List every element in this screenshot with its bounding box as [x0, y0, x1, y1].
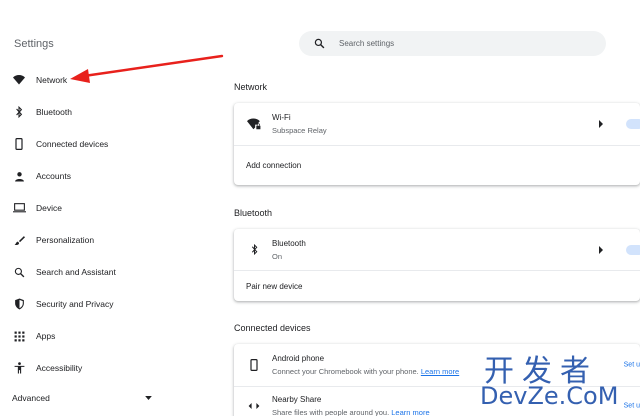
bluetooth-icon — [246, 242, 262, 258]
chevron-right-icon[interactable] — [598, 120, 604, 128]
pair-device-label: Pair new device — [246, 281, 303, 291]
sidebar-item-security-and-privacy[interactable]: Security and Privacy — [0, 290, 205, 318]
wifi-row[interactable]: Wi-Fi Subspace Relay — [234, 103, 640, 145]
brush-icon — [12, 233, 26, 247]
bluetooth-card: Bluetooth On Pair new device — [234, 229, 640, 301]
sidebar-item-device[interactable]: Device — [0, 194, 205, 222]
laptop-icon — [12, 201, 26, 215]
sidebar-item-search-and-assistant[interactable]: Search and Assistant — [0, 258, 205, 286]
add-connection-row[interactable]: Add connection — [234, 145, 640, 185]
pair-device-row[interactable]: Pair new device — [234, 270, 640, 301]
sidebar-item-label: Personalization — [36, 235, 95, 245]
sidebar-item-label: Bluetooth — [36, 107, 72, 117]
wifi-status: Subspace Relay — [272, 126, 327, 135]
search-icon — [12, 265, 26, 279]
watermark-line2: DevZe.CoM — [480, 382, 619, 410]
search-icon — [313, 38, 325, 50]
sidebar-item-personalization[interactable]: Personalization — [0, 226, 205, 254]
sidebar-advanced-label: Advanced — [12, 393, 50, 403]
wifi-label: Wi-Fi — [272, 113, 291, 122]
sidebar-item-label: Security and Privacy — [36, 299, 114, 309]
sidebar-item-label: Accounts — [36, 171, 71, 181]
wifi-secure-icon — [246, 116, 262, 132]
sidebar-item-bluetooth[interactable]: Bluetooth — [0, 98, 205, 126]
learn-more-link[interactable]: Learn more — [421, 367, 459, 376]
sidebar: Settings Network Bluetooth Connected dev… — [0, 0, 205, 416]
sidebar-item-network[interactable]: Network — [0, 66, 205, 94]
bluetooth-icon — [12, 105, 26, 119]
add-connection-label: Add connection — [246, 161, 302, 170]
sidebar-item-label: Search and Assistant — [36, 267, 116, 277]
accessibility-icon — [12, 361, 26, 375]
android-phone-label: Android phone — [272, 354, 325, 363]
network-card: Wi-Fi Subspace Relay Add connection — [234, 103, 640, 185]
apps-grid-icon — [12, 329, 26, 343]
phone-icon — [246, 357, 262, 373]
sidebar-item-accessibility[interactable]: Accessibility — [0, 354, 205, 382]
bluetooth-label: Bluetooth — [272, 238, 306, 248]
app-title: Settings — [14, 38, 54, 50]
sidebar-item-label: Network — [36, 75, 68, 85]
network-section-title: Network — [234, 82, 268, 92]
sidebar-item-accounts[interactable]: Accounts — [0, 162, 205, 190]
search-bar[interactable] — [299, 31, 606, 56]
sidebar-item-label: Device — [36, 203, 62, 213]
bluetooth-status: On — [272, 251, 283, 261]
person-icon — [12, 169, 26, 183]
bluetooth-toggle[interactable] — [626, 244, 640, 255]
nearby-share-description: Share files with people around you. Lear… — [272, 407, 430, 416]
sidebar-item-label: Connected devices — [36, 139, 109, 149]
chevron-right-icon[interactable] — [598, 245, 604, 254]
sidebar-item-label: Apps — [36, 331, 56, 341]
sidebar-item-connected-devices[interactable]: Connected devices — [0, 130, 205, 158]
sidebar-advanced-toggle[interactable]: Advanced — [12, 390, 152, 406]
watermark: 开发者 DevZe.CoM — [470, 344, 640, 416]
nearby-share-icon — [246, 398, 262, 414]
android-phone-description: Connect your Chromebook with your phone.… — [272, 367, 460, 376]
bluetooth-section-title: Bluetooth — [234, 208, 273, 218]
sidebar-item-label: Accessibility — [36, 363, 83, 373]
wifi-icon — [12, 73, 26, 87]
nearby-share-label: Nearby Share — [272, 394, 322, 404]
learn-more-link[interactable]: Learn more — [391, 408, 429, 416]
wifi-toggle[interactable] — [626, 119, 640, 129]
bluetooth-row[interactable]: Bluetooth On — [234, 229, 640, 270]
sidebar-item-apps[interactable]: Apps — [0, 322, 205, 350]
caret-down-icon — [145, 396, 152, 400]
phone-icon — [12, 137, 26, 151]
search-input[interactable] — [339, 39, 579, 48]
shield-icon — [12, 297, 26, 311]
connected-devices-section-title: Connected devices — [234, 323, 311, 333]
